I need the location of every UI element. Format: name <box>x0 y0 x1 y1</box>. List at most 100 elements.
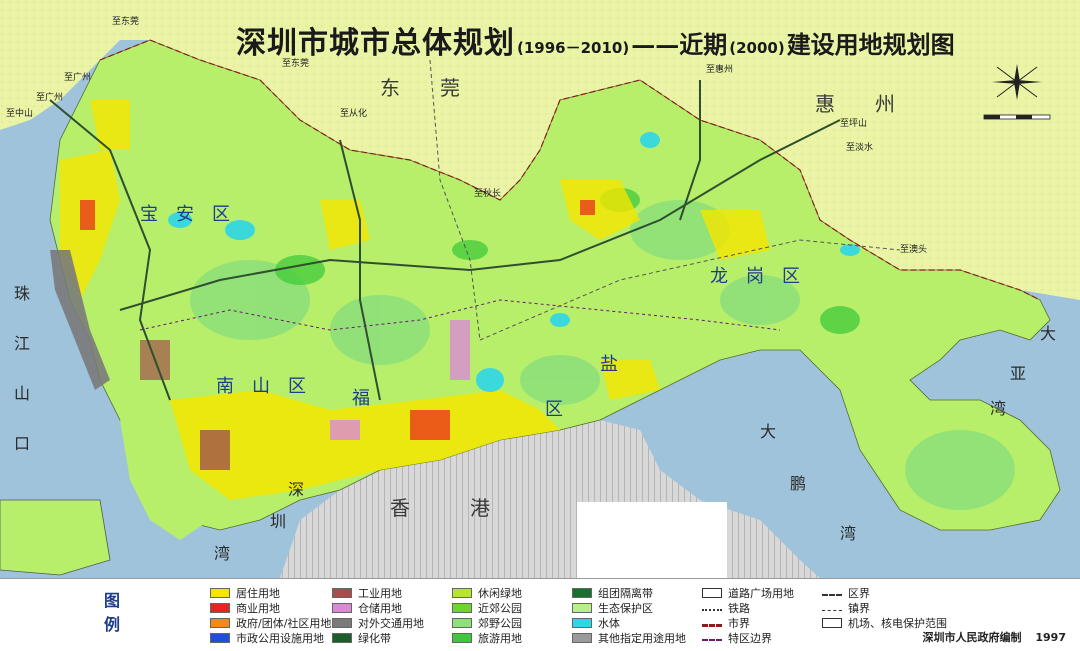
label-wan2: 湾 <box>990 399 1007 418</box>
label-yantian: 盐 <box>600 354 618 375</box>
label-to-pingshan: 至坪山 <box>840 119 868 129</box>
legend-item: 市界 <box>702 615 750 631</box>
label-to-qiuzhang: 至秋长 <box>474 189 502 199</box>
legend-item: 休闲绿地 <box>452 585 522 601</box>
legend-swatch <box>452 618 472 628</box>
label-to-dongguan-2: 至东莞 <box>282 59 310 69</box>
legend-item: 区界 <box>822 585 870 601</box>
legend-label: 铁路 <box>728 602 750 615</box>
legend-swatch <box>332 588 352 598</box>
label-wan3: 湾 <box>840 524 857 543</box>
legend-swatch <box>210 618 230 628</box>
legend-label: 近郊公园 <box>478 602 522 615</box>
legend-label: 郊野公园 <box>478 617 522 630</box>
legend-item: 道路广场用地 <box>702 585 794 601</box>
legend-swatch <box>332 603 352 613</box>
legend-label: 特区边界 <box>728 632 772 645</box>
title-years: (1996－2010) <box>517 39 630 57</box>
legend-swatch <box>210 633 230 643</box>
map-canvas: 深圳市城市总体规划 (1996－2010) ——近期 (2000) 建设用地规划… <box>0 0 1080 578</box>
title-dash: ——近期 <box>631 30 728 59</box>
legend-label: 休闲绿地 <box>478 587 522 600</box>
label-shan: 山 <box>14 384 31 403</box>
label-huizhou: 惠 州 <box>815 92 895 116</box>
legend-swatch <box>822 594 842 596</box>
legend-label: 仓储用地 <box>358 602 402 615</box>
legend-item: 绿化带 <box>332 630 391 646</box>
legend-item: 对外交通用地 <box>332 615 424 631</box>
legend-swatch <box>822 609 842 611</box>
label-futian: 福 <box>352 388 370 409</box>
legend-swatch <box>332 618 352 628</box>
legend-item: 郊野公园 <box>452 615 522 631</box>
label-to-aotou: 至澳头 <box>900 245 928 255</box>
title-main: 深圳市城市总体规划 <box>236 26 515 61</box>
legend-label: 商业用地 <box>236 602 280 615</box>
legend-label: 市界 <box>728 617 750 630</box>
legend-item: 铁路 <box>702 600 750 616</box>
label-kou: 口 <box>14 434 31 453</box>
legend-label: 道路广场用地 <box>728 587 794 600</box>
legend-swatch <box>572 618 592 628</box>
legend-title-char-1: 图 <box>103 591 120 610</box>
legend-label: 市政公用设施用地 <box>236 632 324 645</box>
label-to-guangzhou-2: 至广州 <box>36 93 64 103</box>
legend-swatch <box>572 588 592 598</box>
legend-swatch <box>452 633 472 643</box>
legend-swatch <box>702 639 722 641</box>
north-arrow-icon <box>992 64 1042 100</box>
label-da2: 大 <box>760 422 777 441</box>
label-to-danshui: 至淡水 <box>846 143 874 153</box>
legend-title-char-2: 例 <box>103 615 120 634</box>
credit: 深圳市人民政府编制 1997 <box>923 629 1066 645</box>
title-near-year: (2000) <box>729 39 785 57</box>
legend-label: 生态保护区 <box>598 602 653 615</box>
legend-swatch <box>572 603 592 613</box>
credit-org: 深圳市人民政府编制 <box>922 631 1022 644</box>
label-zhu: 珠 <box>14 284 31 303</box>
label-ya: 亚 <box>1010 364 1027 383</box>
label-longgang: 龙 岗 区 <box>710 266 800 287</box>
legend-swatch <box>452 588 472 598</box>
legend-swatch <box>702 609 722 611</box>
legend-swatch <box>702 623 722 627</box>
label-to-huizhou: 至惠州 <box>706 65 734 75</box>
legend-swatch <box>210 603 230 613</box>
map-graphic <box>0 0 1080 578</box>
legend-item: 特区边界 <box>702 630 772 646</box>
legend-item: 仓储用地 <box>332 600 402 616</box>
label-peng: 鹏 <box>790 474 807 493</box>
credit-year: 1997 <box>1035 631 1066 644</box>
legend-label: 组团隔离带 <box>598 587 653 600</box>
legend-item: 政府/团体/社区用地 <box>210 615 331 631</box>
title-end: 建设用地规划图 <box>786 30 955 59</box>
legend-item: 生态保护区 <box>572 600 653 616</box>
legend-label: 镇界 <box>848 602 870 615</box>
label-shenzhen: 深 <box>288 480 305 499</box>
legend-swatch <box>572 633 592 643</box>
legend-label: 居住用地 <box>236 587 280 600</box>
legend-swatch <box>332 633 352 643</box>
label-to-zhongshan: 至中山 <box>6 109 34 119</box>
label-hongkong: 香 港 <box>390 496 490 520</box>
blank-panel <box>577 502 727 578</box>
legend-item: 居住用地 <box>210 585 280 601</box>
legend-label: 工业用地 <box>358 587 402 600</box>
label-luohu: 区 <box>545 399 563 420</box>
legend-item: 工业用地 <box>332 585 402 601</box>
label-jiang: 江 <box>14 334 31 353</box>
label-zhen: 圳 <box>270 512 287 531</box>
legend-swatch <box>822 618 842 628</box>
legend-item: 商业用地 <box>210 600 280 616</box>
legend-title: 图 例 <box>102 589 122 637</box>
legend-item: 其他指定用途用地 <box>572 630 686 646</box>
legend-label: 对外交通用地 <box>358 617 424 630</box>
label-to-guangzhou: 至广州 <box>64 73 92 83</box>
legend-item: 市政公用设施用地 <box>210 630 324 646</box>
map-title: 深圳市城市总体规划 (1996－2010) ——近期 (2000) 建设用地规划… <box>236 18 955 62</box>
label-wan: 湾 <box>214 544 231 563</box>
legend-item: 镇界 <box>822 600 870 616</box>
label-nanshan: 南 山 区 <box>216 376 306 397</box>
legend-label: 政府/团体/社区用地 <box>236 617 332 630</box>
legend-swatch <box>452 603 472 613</box>
